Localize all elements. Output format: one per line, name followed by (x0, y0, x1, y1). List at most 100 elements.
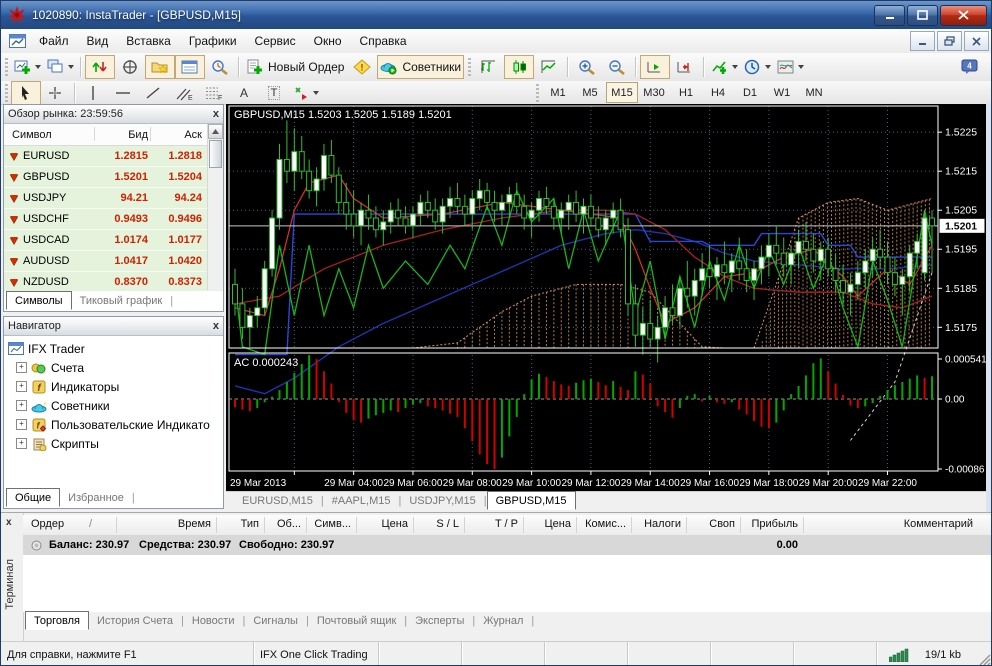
terminal-toggle[interactable] (175, 55, 205, 79)
navigator-item-2[interactable]: + Советники (16, 396, 223, 415)
status-trading-mode[interactable]: IFX One Click Trading (254, 642, 379, 665)
menu-item-6[interactable]: Справка (351, 31, 416, 51)
line-chart-button[interactable] (534, 55, 564, 79)
data-window-button[interactable] (115, 55, 145, 79)
market-watch-row-GBPUSD[interactable]: GBPUSD 1.5201 1.5204 (4, 167, 223, 188)
timeframe-m1[interactable]: M1 (542, 82, 574, 103)
metaeditor-alert-button[interactable]: ! (347, 55, 377, 79)
toolbar-grip[interactable] (5, 58, 8, 76)
navigator-tab-1[interactable]: Избранное (60, 489, 132, 506)
expand-plus-icon[interactable]: + (16, 381, 27, 392)
new-chart-button[interactable] (11, 55, 44, 79)
market-watch-tab-1[interactable]: Тиковый график (72, 292, 171, 309)
toolbar-grip[interactable] (468, 58, 472, 76)
equidistant-channel-tool[interactable]: E (169, 81, 199, 105)
text-tool[interactable]: A (229, 81, 259, 105)
terminal-tab-4[interactable]: Почтовый ящик (309, 612, 404, 629)
arrows-tool-dropdown-icon[interactable] (313, 90, 319, 95)
expert-advisors-button[interactable]: Советники (377, 55, 465, 79)
mdi-restore-button[interactable] (937, 31, 962, 51)
navigator-item-4[interactable]: + Скрипты (16, 434, 223, 453)
zoom-in-button[interactable] (572, 55, 602, 79)
terminal-tab-0[interactable]: Торговля (25, 611, 89, 630)
menu-item-2[interactable]: Вставка (117, 31, 180, 51)
terminal-col-13[interactable]: Комментарий (853, 518, 973, 530)
mdi-close-button[interactable] (964, 31, 989, 51)
market-watch-row-NZDUSD[interactable]: NZDUSD 0.8370 0.8373 (4, 272, 223, 291)
comments-badge[interactable]: 4 (955, 55, 985, 79)
market-watch-row-USDCHF[interactable]: USDCHF 0.9493 0.9496 (4, 209, 223, 230)
expand-plus-icon[interactable]: + (16, 400, 27, 411)
chart-shift-toggle[interactable] (670, 55, 700, 79)
terminal-tab-2[interactable]: Новости (184, 612, 243, 629)
terminal-tab-1[interactable]: История Счета (89, 612, 181, 629)
terminal-col-0[interactable]: Ордер (31, 518, 64, 530)
close-button[interactable] (940, 4, 987, 26)
menu-item-1[interactable]: Вид (78, 31, 118, 51)
market-watch-toggle[interactable] (85, 55, 115, 79)
menu-item-4[interactable]: Сервис (246, 31, 305, 51)
market-watch-tab-0[interactable]: Символы (6, 291, 72, 310)
scrollbar-thumb[interactable] (209, 140, 222, 168)
scroll-up-icon[interactable] (208, 124, 223, 139)
market-watch-scrollbar[interactable] (207, 124, 223, 290)
periods-button[interactable] (741, 55, 774, 79)
chart-window-tab-2[interactable]: USDJPY,M15 (401, 492, 483, 509)
navigator-root-ifx-trader[interactable]: IFX Trader (8, 339, 223, 358)
market-watch-row-USDCAD[interactable]: USDCAD 1.0174 1.0177 (4, 230, 223, 251)
label-tool[interactable]: T (259, 81, 289, 105)
new-chart-button-dropdown-icon[interactable] (35, 65, 41, 69)
navigator-tab-0[interactable]: Общие (6, 488, 61, 507)
chart-area[interactable]: 1.5225 1.5215 1.5205 1.5195 1.5185 1.5175 1.52… (226, 104, 987, 491)
toolbar-grip[interactable] (5, 83, 8, 102)
indicators-button[interactable] (708, 55, 741, 79)
zoom-out-button[interactable] (602, 55, 632, 79)
chart-window-tab-0[interactable]: EURUSD,M15 (234, 492, 321, 509)
expand-plus-icon[interactable]: + (16, 362, 27, 373)
menu-item-3[interactable]: Графики (180, 31, 246, 51)
resize-grip[interactable] (978, 653, 991, 666)
candlestick-chart-button[interactable] (504, 55, 535, 79)
arrows-tool[interactable] (289, 81, 322, 105)
terminal-tab-6[interactable]: Журнал (475, 612, 531, 629)
navigator-toggle[interactable] (145, 55, 175, 79)
timeframe-h1[interactable]: H1 (670, 82, 702, 103)
horizontal-line-tool[interactable] (109, 81, 139, 105)
terminal-tab-3[interactable]: Сигналы (245, 612, 306, 629)
market-watch-row-USDJPY[interactable]: USDJPY 94.21 94.24 (4, 188, 223, 209)
maximize-button[interactable] (907, 4, 938, 26)
mdi-minimize-button[interactable] (910, 31, 935, 51)
timeframe-h4[interactable]: H4 (702, 82, 734, 103)
market-watch-row-AUDUSD[interactable]: AUDUSD 1.0417 1.0420 (4, 251, 223, 272)
navigator-item-3[interactable]: + f Пользовательские Индикато (16, 415, 223, 434)
timeframe-m30[interactable]: M30 (638, 82, 670, 103)
navigator-item-0[interactable]: + Счета (16, 358, 223, 377)
menu-item-0[interactable]: Файл (30, 31, 78, 51)
trendline-tool[interactable] (139, 81, 169, 105)
timeframe-m15[interactable]: M15 (606, 82, 638, 103)
timeframe-m5[interactable]: M5 (574, 82, 606, 103)
terminal-tab-5[interactable]: Эксперты (407, 612, 472, 629)
bar-chart-button[interactable] (474, 55, 504, 79)
crosshair-tool[interactable] (41, 81, 71, 105)
periods-button-dropdown-icon[interactable] (765, 65, 772, 69)
expand-plus-icon[interactable]: + (16, 438, 27, 449)
profiles-button-dropdown-icon[interactable] (68, 65, 74, 69)
market-watch-row-EURUSD[interactable]: EURUSD 1.2815 1.2818 (4, 146, 223, 167)
vertical-line-tool[interactable] (79, 81, 109, 105)
fibonacci-tool[interactable]: F (199, 81, 229, 105)
timeframe-mn[interactable]: MN (798, 82, 830, 103)
menu-item-5[interactable]: Окно (305, 31, 351, 51)
toolbar-grip[interactable] (536, 83, 539, 102)
cursor-tool[interactable] (11, 80, 41, 105)
strategy-tester-button[interactable] (205, 55, 235, 79)
new-order-button[interactable]: Новый Ордер (243, 55, 347, 79)
expand-plus-icon[interactable]: + (16, 419, 27, 430)
indicators-button-dropdown-icon[interactable] (732, 65, 739, 69)
minimize-button[interactable] (874, 4, 905, 26)
timeframe-w1[interactable]: W1 (766, 82, 798, 103)
timeframe-d1[interactable]: D1 (734, 82, 766, 103)
profiles-button[interactable] (44, 55, 77, 79)
navigator-item-1[interactable]: + f Индикаторы (16, 377, 223, 396)
market-watch-close-icon[interactable]: x (213, 108, 219, 120)
